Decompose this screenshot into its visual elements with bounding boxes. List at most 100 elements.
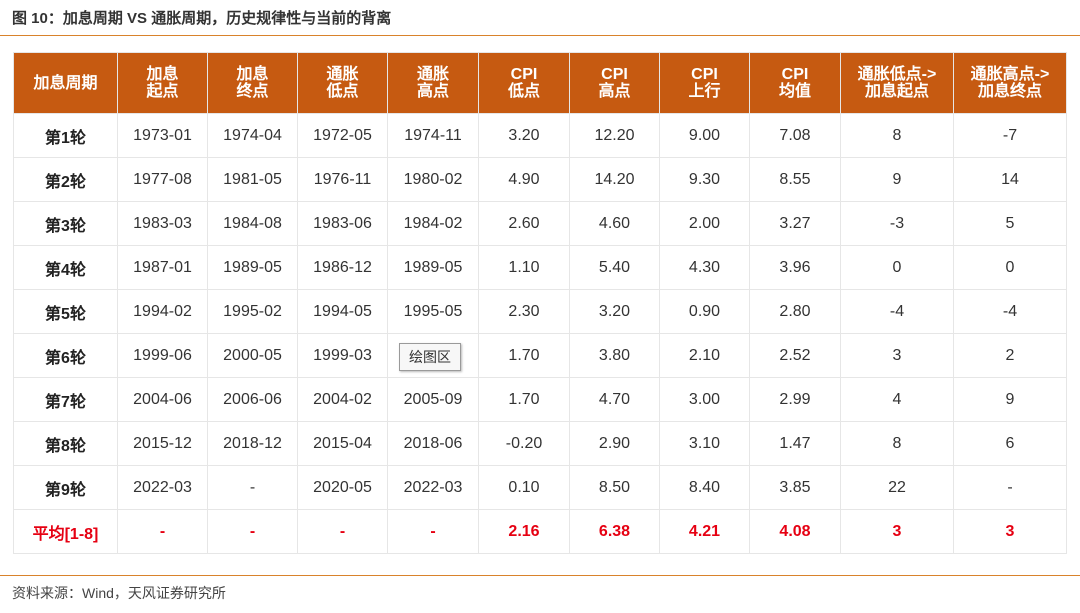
table-cell: -0.20 bbox=[478, 421, 570, 466]
table-row: 第7轮 2004-06 2006-06 2004-02 2005-09 1.70 4.70 3… bbox=[13, 377, 1067, 422]
table-cell: 3.20 bbox=[478, 113, 570, 158]
table-cell: 4 bbox=[840, 377, 954, 422]
column-header-line: 上行 bbox=[688, 83, 721, 100]
table-cell: 1972-05 bbox=[297, 113, 388, 158]
table-row: 第3轮 1983-03 1984-08 1983-06 1984-02 2.60 4.60 2… bbox=[13, 201, 1067, 246]
table-cell: 2.90 bbox=[569, 421, 660, 466]
column-header: 加息 起点 bbox=[117, 52, 208, 114]
table-cell: 1984-08 bbox=[207, 201, 298, 246]
table-cell: 3.96 bbox=[749, 245, 841, 290]
column-header-line: 终点 bbox=[236, 83, 269, 100]
table-cell: 1983-06 bbox=[297, 201, 388, 246]
table-cell: 1977-08 bbox=[117, 157, 208, 202]
table-cell: 2.99 bbox=[749, 377, 841, 422]
table-cell: 1984-02 bbox=[387, 201, 479, 246]
table-cell: 3 bbox=[840, 333, 954, 378]
table-cell: 1989-05 bbox=[207, 245, 298, 290]
table-row: 第8轮 2015-12 2018-12 2015-04 2018-06 -0.20 2.90… bbox=[13, 421, 1067, 466]
table-cell: 8 bbox=[840, 421, 954, 466]
table-cell: 3 bbox=[953, 509, 1067, 554]
table-cell: 3.10 bbox=[659, 421, 750, 466]
column-header-line: 通胀高点-> bbox=[970, 66, 1050, 83]
table-cell: 2.52 bbox=[749, 333, 841, 378]
column-header-line: 起点 bbox=[146, 83, 179, 100]
table-row: 第6轮 1999-06 2000-05 1999-03 1.70 3.80 2.10 2.52… bbox=[13, 333, 1067, 378]
table-cell: - bbox=[207, 509, 298, 554]
table-cell: 3.00 bbox=[659, 377, 750, 422]
column-header: CPI 高点 bbox=[569, 52, 660, 114]
table-cell: 9.00 bbox=[659, 113, 750, 158]
table-cell: 1.70 bbox=[478, 377, 570, 422]
table-cell: 6.38 bbox=[569, 509, 660, 554]
table-cell: -3 bbox=[840, 201, 954, 246]
table-cell: 0 bbox=[840, 245, 954, 290]
round-label: 第2轮 bbox=[13, 157, 118, 202]
figure-title: 图 10：加息周期 VS 通胀周期，历史规律性与当前的背离 bbox=[12, 10, 392, 27]
column-header-line: CPI bbox=[691, 66, 718, 83]
column-header-line: CPI bbox=[510, 66, 538, 83]
column-header: CPI 上行 bbox=[659, 52, 750, 114]
column-header-line: 均值 bbox=[778, 83, 811, 100]
table-cell: 8 bbox=[840, 113, 954, 158]
table-cell: 2.30 bbox=[478, 289, 570, 334]
table-cell: 1995-05 bbox=[387, 289, 479, 334]
table-cell: 4.70 bbox=[569, 377, 660, 422]
table-row: 第9轮 2022-03-2020-05 2022-03 0.10 8.50 8.40 3.8… bbox=[13, 465, 1067, 510]
table-cell: 8.55 bbox=[749, 157, 841, 202]
table-cell: 12.20 bbox=[569, 113, 660, 158]
table-cell: 2005-09 bbox=[387, 377, 479, 422]
table-cell: 0 bbox=[953, 245, 1067, 290]
table-cell: -4 bbox=[953, 289, 1067, 334]
table-cell: - bbox=[387, 509, 479, 554]
table-cell: 22 bbox=[840, 465, 954, 510]
column-header: 通胀 低点 bbox=[297, 52, 388, 114]
table-cell: 2004-02 bbox=[297, 377, 388, 422]
bottom-divider bbox=[0, 575, 1080, 576]
table-cell: 5.40 bbox=[569, 245, 660, 290]
round-label: 第9轮 bbox=[13, 465, 118, 510]
table-cell: 5 bbox=[953, 201, 1067, 246]
table-cell: 4.30 bbox=[659, 245, 750, 290]
table-cell: 8.50 bbox=[569, 465, 660, 510]
table-row: 第5轮 1994-02 1995-02 1994-05 1995-05 2.30 3.20 0… bbox=[13, 289, 1067, 334]
table-cell: 1994-02 bbox=[117, 289, 208, 334]
column-header: 加息 终点 bbox=[207, 52, 298, 114]
average-row: 平均[1-8] - - - -2.16 6.38 4.21 4.08 3 3 bbox=[13, 509, 1067, 554]
column-header: CPI 低点 bbox=[478, 52, 570, 114]
table-cell: 3.80 bbox=[569, 333, 660, 378]
table-cell: 9 bbox=[953, 377, 1067, 422]
column-header-line: 加息起点 bbox=[864, 83, 929, 100]
table-cell: 1981-05 bbox=[207, 157, 298, 202]
table-cell: 1995-02 bbox=[207, 289, 298, 334]
column-header: 通胀高点-> 加息终点 bbox=[953, 52, 1067, 114]
table-cell: 0.90 bbox=[659, 289, 750, 334]
column-header-line: 低点 bbox=[507, 83, 540, 100]
table-cell: 1999-03 bbox=[297, 333, 388, 378]
table-row: 第1轮 1973-01 1974-04 1972-05 1974-11 3.20 12.20… bbox=[13, 113, 1067, 158]
table-cell: 1.47 bbox=[749, 421, 841, 466]
column-header-line: 加息 bbox=[146, 66, 179, 83]
table-cell: 2.10 bbox=[659, 333, 750, 378]
table-cell: 1974-04 bbox=[207, 113, 298, 158]
table-cell: 0.10 bbox=[478, 465, 570, 510]
table-cell: 9 bbox=[840, 157, 954, 202]
table-cell: 6 bbox=[953, 421, 1067, 466]
table-cell: 8.40 bbox=[659, 465, 750, 510]
table-cell: - bbox=[953, 465, 1067, 510]
table-cell: 7.08 bbox=[749, 113, 841, 158]
table-cell: 1987-01 bbox=[117, 245, 208, 290]
round-label: 第7轮 bbox=[13, 377, 118, 422]
round-label: 第4轮 bbox=[13, 245, 118, 290]
table-cell: 2015-04 bbox=[297, 421, 388, 466]
table-cell: -4 bbox=[840, 289, 954, 334]
table-body: 第1轮 1973-01 1974-04 1972-05 1974-11 3.20 12.20… bbox=[13, 113, 1067, 554]
column-header-line: 通胀 bbox=[416, 66, 449, 83]
round-label: 平均[1-8] bbox=[13, 509, 118, 554]
column-header-line: 低点 bbox=[326, 83, 359, 100]
table-cell: 2 bbox=[953, 333, 1067, 378]
table-cell: - bbox=[207, 465, 298, 510]
top-divider bbox=[0, 35, 1080, 36]
table-cell: 1986-12 bbox=[297, 245, 388, 290]
column-header: 通胀 高点 bbox=[387, 52, 479, 114]
table-row: 第4轮 1987-01 1989-05 1986-12 1989-05 1.10 5.40 4… bbox=[13, 245, 1067, 290]
